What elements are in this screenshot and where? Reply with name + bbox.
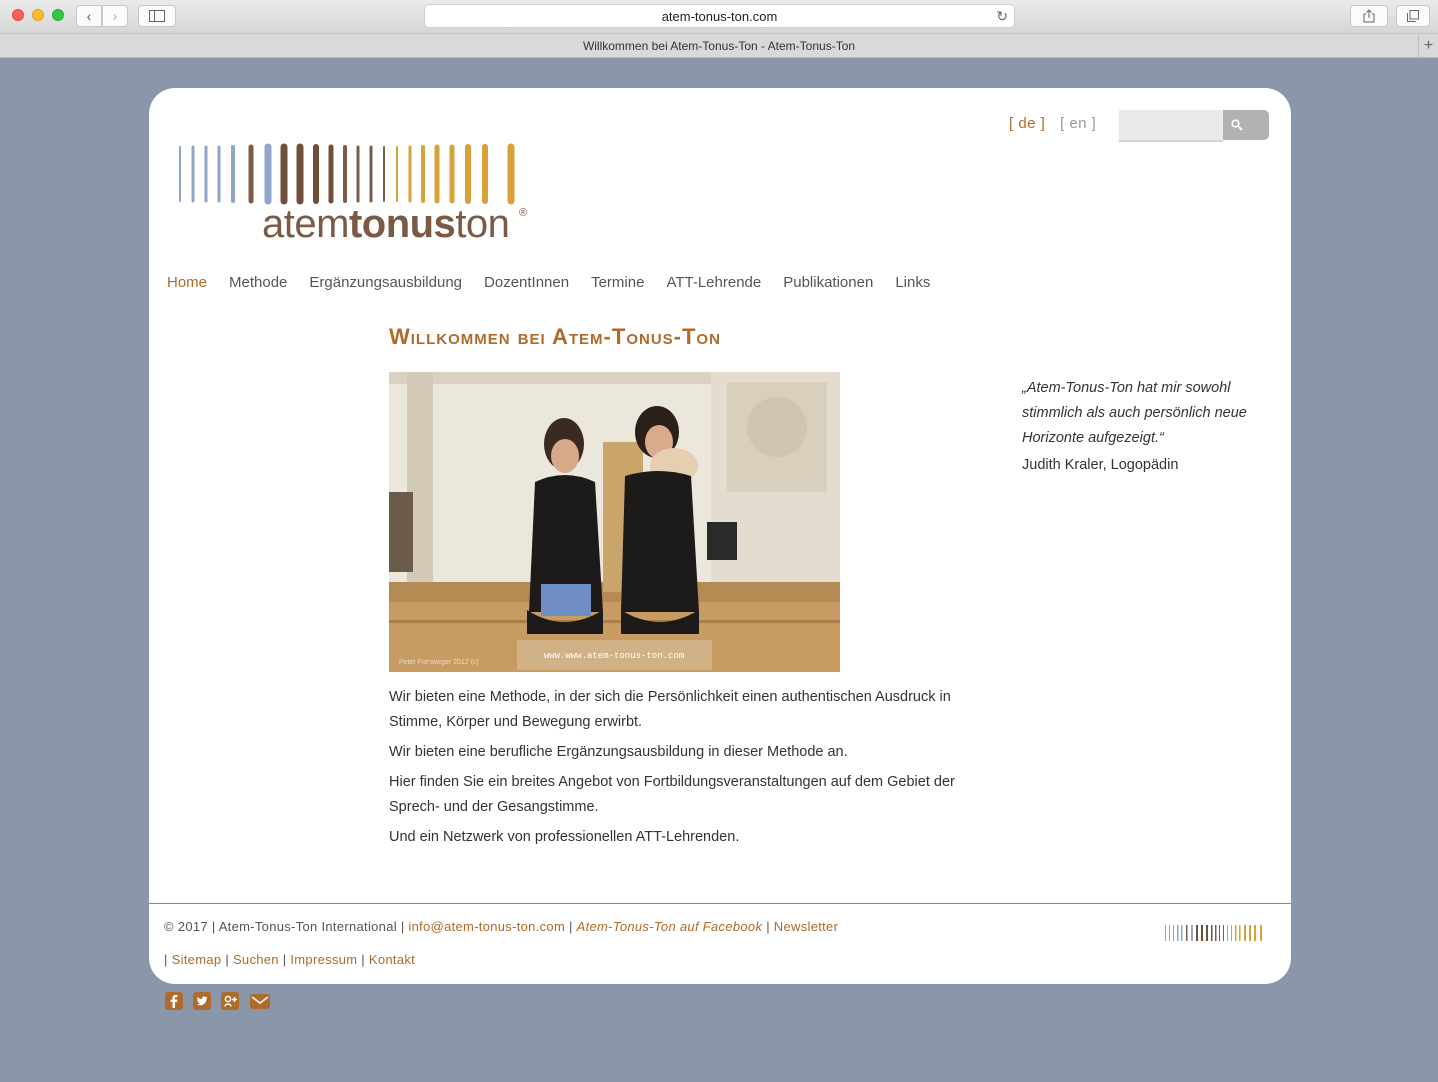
url-text: atem-tonus-ton.com	[661, 8, 778, 24]
zoom-window-button[interactable]	[52, 9, 64, 21]
footer-divider	[149, 903, 1291, 904]
footer-kontakt-link[interactable]: Kontakt	[369, 952, 415, 967]
show-tabs-button[interactable]	[1396, 5, 1430, 27]
google-plus-icon[interactable]	[220, 991, 240, 1011]
tabs-icon	[1407, 10, 1419, 22]
nav-item-methode[interactable]: Methode	[229, 274, 287, 291]
search-icon	[1231, 119, 1243, 131]
nav-item-ergaenzungsausbildung[interactable]: Ergänzungsausbildung	[309, 274, 462, 291]
page-title: Willkommen bei Atem-Tonus-Ton	[389, 324, 721, 349]
email-icon[interactable]	[249, 991, 271, 1011]
address-bar[interactable]: atem-tonus-ton.com ↻	[424, 4, 1015, 28]
footer-copyright: © 2017 | Atem-Tonus-Ton International |	[164, 919, 405, 934]
footer-facebook-link[interactable]: Atem-Tonus-Ton auf Facebook	[577, 919, 763, 934]
testimonial-author: Judith Kraler, Logopädin	[1022, 457, 1179, 473]
chevron-right-icon: ›	[112, 8, 118, 24]
intro-paragraph-4: Und ein Netzwerk von professionellen ATT…	[389, 829, 740, 845]
twitter-icon[interactable]	[192, 991, 212, 1011]
active-tab-title[interactable]: Willkommen bei Atem-Tonus-Ton - Atem-Ton…	[583, 39, 855, 53]
sidebar-icon	[149, 10, 165, 22]
footer-logo-bars[interactable]	[1164, 924, 1266, 942]
footer-suchen-link[interactable]: Suchen	[233, 952, 279, 967]
logo-bars[interactable]	[176, 143, 521, 205]
testimonial-quote: „Atem-Tonus-Ton hat mir sowohl stimmlich…	[1022, 380, 1247, 446]
chevron-left-icon: ‹	[86, 8, 92, 24]
browser-titlebar: ‹ › atem-tonus-ton.com ↻	[0, 0, 1438, 34]
intro-paragraph-3: Hier finden Sie ein breites Angebot von …	[389, 774, 955, 815]
close-window-button[interactable]	[12, 9, 24, 21]
facebook-icon[interactable]	[164, 991, 184, 1011]
hero-photo: www.www.atem-tonus-ton.com Peter Fürnweg…	[389, 372, 840, 672]
footer-email-link[interactable]: info@atem-tonus-ton.com	[408, 919, 565, 934]
photo-watermark: www.www.atem-tonus-ton.com	[544, 651, 684, 661]
search-input[interactable]	[1119, 110, 1223, 142]
footer-newsletter-link[interactable]: Newsletter	[774, 919, 838, 934]
forward-button[interactable]: ›	[102, 5, 128, 27]
intro-paragraph-1: Wir bieten eine Methode, in der sich die…	[389, 689, 951, 730]
nav-item-links[interactable]: Links	[895, 274, 930, 291]
new-tab-button[interactable]: +	[1418, 34, 1438, 57]
nav-item-att-lehrende[interactable]: ATT-Lehrende	[666, 274, 761, 291]
nav-item-publikationen[interactable]: Publikationen	[783, 274, 873, 291]
language-en-link[interactable]: [ en ]	[1060, 115, 1096, 132]
nav-item-dozentinnen[interactable]: DozentInnen	[484, 274, 569, 291]
search-button[interactable]	[1223, 110, 1269, 140]
logo-wordmark[interactable]: atemtonuston	[262, 202, 510, 247]
language-de-link[interactable]: [ de ]	[1009, 115, 1045, 132]
sidebar-toggle-button[interactable]	[138, 5, 176, 27]
photo-credit: Peter Fürnweger 2012 (c)	[399, 659, 479, 666]
footer-impressum-link[interactable]: Impressum	[290, 952, 357, 967]
nav-item-home[interactable]: Home	[167, 274, 207, 291]
main-nav: Home Methode Ergänzungsausbildung Dozent…	[167, 274, 930, 291]
footer-row-1: © 2017 | Atem-Tonus-Ton International | …	[164, 919, 839, 934]
plus-icon: +	[1423, 36, 1434, 54]
share-icon	[1363, 9, 1375, 23]
intro-paragraph-2: Wir bieten eine berufliche Ergänzungsaus…	[389, 744, 848, 760]
registered-mark: ®	[519, 207, 528, 219]
back-button[interactable]: ‹	[76, 5, 102, 27]
minimize-window-button[interactable]	[32, 9, 44, 21]
footer-sitemap-link[interactable]: Sitemap	[172, 952, 222, 967]
nav-item-termine[interactable]: Termine	[591, 274, 644, 291]
reload-icon[interactable]: ↻	[996, 8, 1008, 25]
tab-bar: Willkommen bei Atem-Tonus-Ton - Atem-Ton…	[0, 34, 1438, 58]
footer-row-2: | Sitemap | Suchen | Impressum | Kontakt	[164, 952, 416, 967]
share-button[interactable]	[1350, 5, 1388, 27]
